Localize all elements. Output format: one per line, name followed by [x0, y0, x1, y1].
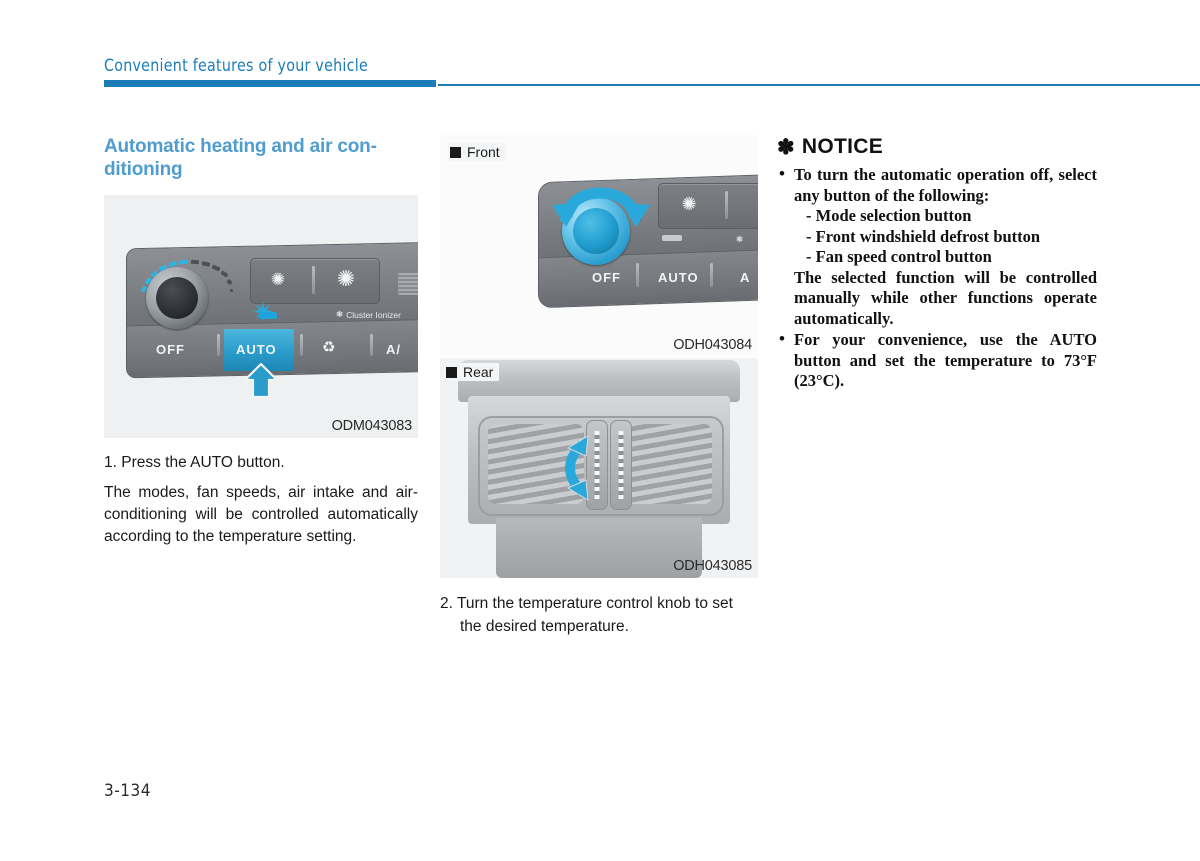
auto-button-label[interactable]: AUTO [236, 342, 277, 357]
figure-front-knob: Front ✺ ❃ OFF AUTO A ODH043084 [440, 135, 758, 357]
front-figure-label: Front [448, 143, 506, 161]
figure-climate-panel: ✺ ✺ ✷ ❃ Cluster Ionizer OFF AUTO ♻ A/ OD… [104, 195, 418, 438]
figure-rear-vent: Rear ODH043085 [440, 358, 758, 578]
notice-item-lead: To turn the automatic operation off, sel… [794, 165, 1097, 205]
fan-icon: ✺ [681, 194, 697, 214]
notice-item-tail: The selected function will be controlled… [794, 267, 1097, 328]
header-rule-thick [104, 80, 436, 87]
left-paragraph: The modes, fan speeds, air intake and ai… [104, 484, 418, 545]
fan-button-divider [312, 266, 315, 294]
step-1-text: 1. Press the AUTO button. [104, 454, 285, 471]
step-2-text: 2. Turn the temperature control knob to … [440, 595, 733, 635]
middle-column: Front ✺ ❃ OFF AUTO A ODH043084 Rear ODH0… [440, 135, 758, 638]
fan-increase-icon: ✺ [336, 266, 356, 291]
right-column: ✽ NOTICE • To turn the automatic operati… [777, 135, 1097, 393]
front-ac-label[interactable]: A [740, 270, 750, 285]
front-fan-button[interactable] [658, 183, 758, 229]
front-divider-2 [710, 263, 713, 287]
bullet-icon: • [779, 164, 785, 183]
notice-list: • To turn the automatic operation off, s… [777, 164, 1097, 392]
rear-slider-right[interactable] [610, 420, 632, 510]
notice-title: NOTICE [801, 135, 884, 158]
section-title: Automatic heating and air con-ditioning [104, 136, 377, 180]
notice-sub-item: - Fan speed control button [806, 247, 992, 266]
slider-arrow-icon [565, 435, 589, 501]
figure-caption: ODM043083 [331, 418, 413, 434]
rear-figure-caption: ODH043085 [673, 558, 752, 574]
square-bullet-icon [446, 366, 457, 378]
temperature-knob-face [155, 276, 199, 320]
up-arrow-callout-icon [244, 363, 278, 399]
notice-sub-item: - Mode selection button [806, 206, 972, 225]
button-divider-1 [217, 334, 220, 356]
square-bullet-icon [450, 146, 461, 158]
rear-figure-label: Rear [444, 363, 500, 381]
off-button-label[interactable]: OFF [156, 342, 185, 357]
button-divider-3 [370, 334, 373, 356]
ionizer-icon: ❃ [736, 234, 744, 244]
fan-decrease-icon: ✺ [270, 270, 286, 289]
front-figure-caption: ODH043084 [673, 337, 752, 353]
rear-slider-right-marks [618, 431, 624, 499]
header-rule [104, 80, 1200, 88]
notice-item-lead: For your convenience, use the AUTO butto… [794, 330, 1097, 390]
bullet-icon: • [779, 329, 785, 348]
air-recirculation-icon[interactable]: ♻ [322, 338, 335, 356]
notice-item: • For your convenience, use the AUTO but… [777, 329, 1097, 392]
temperature-knob[interactable] [146, 267, 208, 329]
cluster-ionizer-label: ❃ Cluster Ionizer [336, 309, 401, 320]
page-header: Convenient features of your vehicle [104, 56, 1200, 96]
header-rule-thin [438, 84, 1200, 86]
asterisk-icon: ✽ [777, 135, 795, 159]
front-fan-divider [725, 191, 728, 219]
page-number: 3-134 [104, 781, 151, 801]
ionizer-icon: ❃ [336, 309, 344, 319]
front-off-label[interactable]: OFF [592, 270, 621, 285]
indicator-led-bar [259, 312, 277, 319]
notice-heading: ✽ NOTICE [777, 135, 1097, 159]
notice-sub-item: - Front windshield defrost button [806, 226, 1041, 246]
front-auto-label[interactable]: AUTO [658, 270, 699, 285]
left-column: Automatic heating and air con-ditioning [104, 135, 418, 548]
front-panel-dash [662, 235, 682, 241]
rotate-knob-arrow-icon [552, 187, 650, 227]
front-ionizer-icon: ❃ [736, 234, 743, 245]
notice-item: • To turn the automatic operation off, s… [777, 164, 1097, 329]
panel-side-grill [398, 273, 418, 295]
page-title: Convenient features of your vehicle [104, 56, 369, 76]
rear-console-bottom [496, 518, 702, 578]
button-divider-2 [300, 334, 303, 356]
ac-button-label[interactable]: A/ [386, 342, 401, 357]
front-divider-1 [636, 263, 639, 287]
